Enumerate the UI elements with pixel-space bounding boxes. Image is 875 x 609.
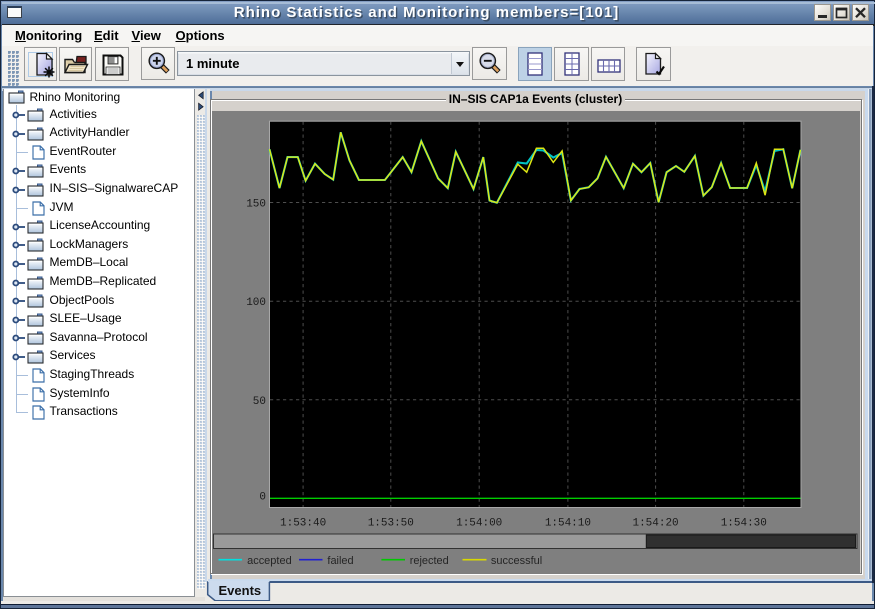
svg-text:50: 50: [253, 395, 266, 407]
svg-text:failed: failed: [327, 554, 353, 566]
svg-text:1:53:40: 1:53:40: [280, 517, 326, 529]
svg-text:accepted: accepted: [247, 554, 292, 566]
svg-text:1:53:50: 1:53:50: [368, 517, 414, 529]
svg-text:1:54:30: 1:54:30: [721, 517, 767, 529]
svg-text:1:54:20: 1:54:20: [633, 517, 679, 529]
svg-text:successful: successful: [491, 554, 542, 566]
svg-text:1:54:10: 1:54:10: [545, 517, 591, 529]
svg-text:rejected: rejected: [410, 554, 449, 566]
svg-text:0: 0: [259, 491, 266, 503]
svg-text:1:54:00: 1:54:00: [456, 517, 502, 529]
svg-text:100: 100: [246, 297, 266, 309]
svg-text:150: 150: [246, 198, 266, 210]
